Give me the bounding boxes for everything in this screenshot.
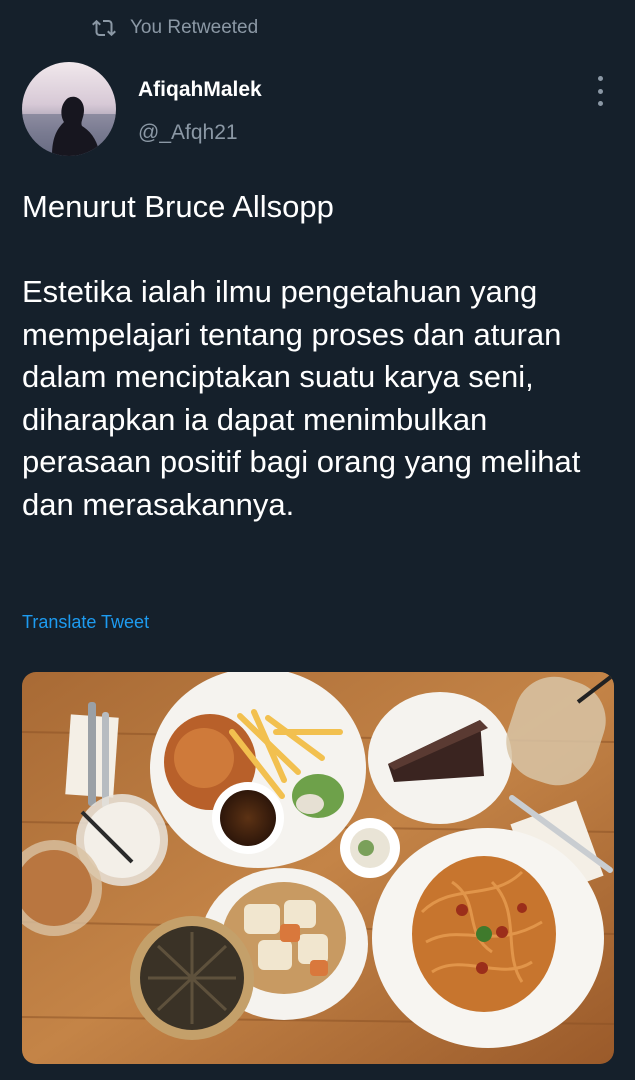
translate-tweet-link[interactable]: Translate Tweet: [22, 612, 149, 633]
profile-avatar: [22, 62, 116, 156]
food-photo: [22, 672, 614, 1064]
user-handle[interactable]: @_Afqh21: [138, 121, 238, 145]
display-name[interactable]: AfiqahMalek: [138, 78, 262, 102]
more-vertical-icon[interactable]: [588, 76, 612, 106]
tweet-media-photo[interactable]: [22, 672, 614, 1064]
tweet-text: Menurut Bruce Allsopp Estetika ialah ilm…: [22, 189, 581, 522]
retweet-icon: [92, 19, 116, 37]
retweet-indicator: You Retweeted: [92, 16, 258, 40]
avatar[interactable]: [22, 62, 116, 156]
retweet-label: You Retweeted: [130, 17, 259, 38]
tweet-detail: You Retweeted AfiqahMalek @_Afqh21 Menur…: [0, 0, 635, 1080]
